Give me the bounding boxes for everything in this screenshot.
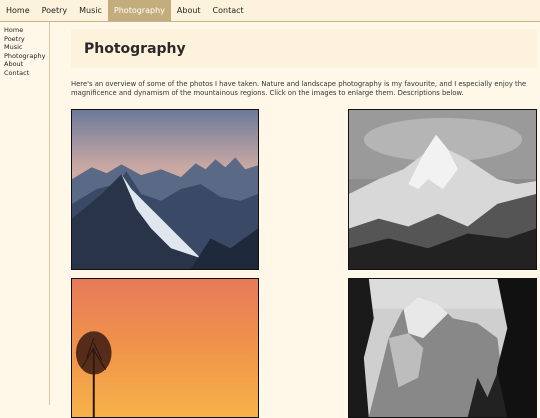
photo-bw-rocky-mountain-image (349, 279, 536, 417)
sidebar-item-poetry[interactable]: Poetry (0, 35, 49, 44)
sidebar-item-photography[interactable]: Photography (0, 52, 49, 61)
photo-bw-snowy-peak-image (349, 110, 536, 269)
nav-item-poetry[interactable]: Poetry (36, 0, 74, 21)
sidebar-item-contact[interactable]: Contact (0, 69, 49, 78)
photo-orange-sunset-tree[interactable] (71, 278, 259, 418)
page-title: Photography (84, 41, 186, 57)
sidebar-item-about[interactable]: About (0, 60, 49, 69)
nav-item-about[interactable]: About (171, 0, 207, 21)
nav-item-photography[interactable]: Photography (107, 0, 171, 21)
sidebar: Home Poetry Music Photography About Cont… (0, 22, 50, 405)
top-navigation: Home Poetry Music Photography About Cont… (0, 0, 540, 22)
nav-item-contact[interactable]: Contact (207, 0, 250, 21)
nav-item-music[interactable]: Music (73, 0, 108, 21)
page-header: Photography (71, 29, 537, 68)
photo-orange-sunset-tree-image (72, 279, 258, 417)
sidebar-item-home[interactable]: Home (0, 26, 49, 35)
intro-paragraph: Here's an overview of some of the photos… (71, 80, 527, 97)
photo-bw-rocky-mountain[interactable] (348, 278, 537, 418)
photo-sunset-mountains[interactable] (71, 109, 259, 270)
nav-item-home[interactable]: Home (0, 0, 36, 21)
photo-sunset-mountains-image (72, 110, 258, 269)
photo-bw-snowy-peak[interactable] (348, 109, 537, 270)
sidebar-item-music[interactable]: Music (0, 43, 49, 52)
